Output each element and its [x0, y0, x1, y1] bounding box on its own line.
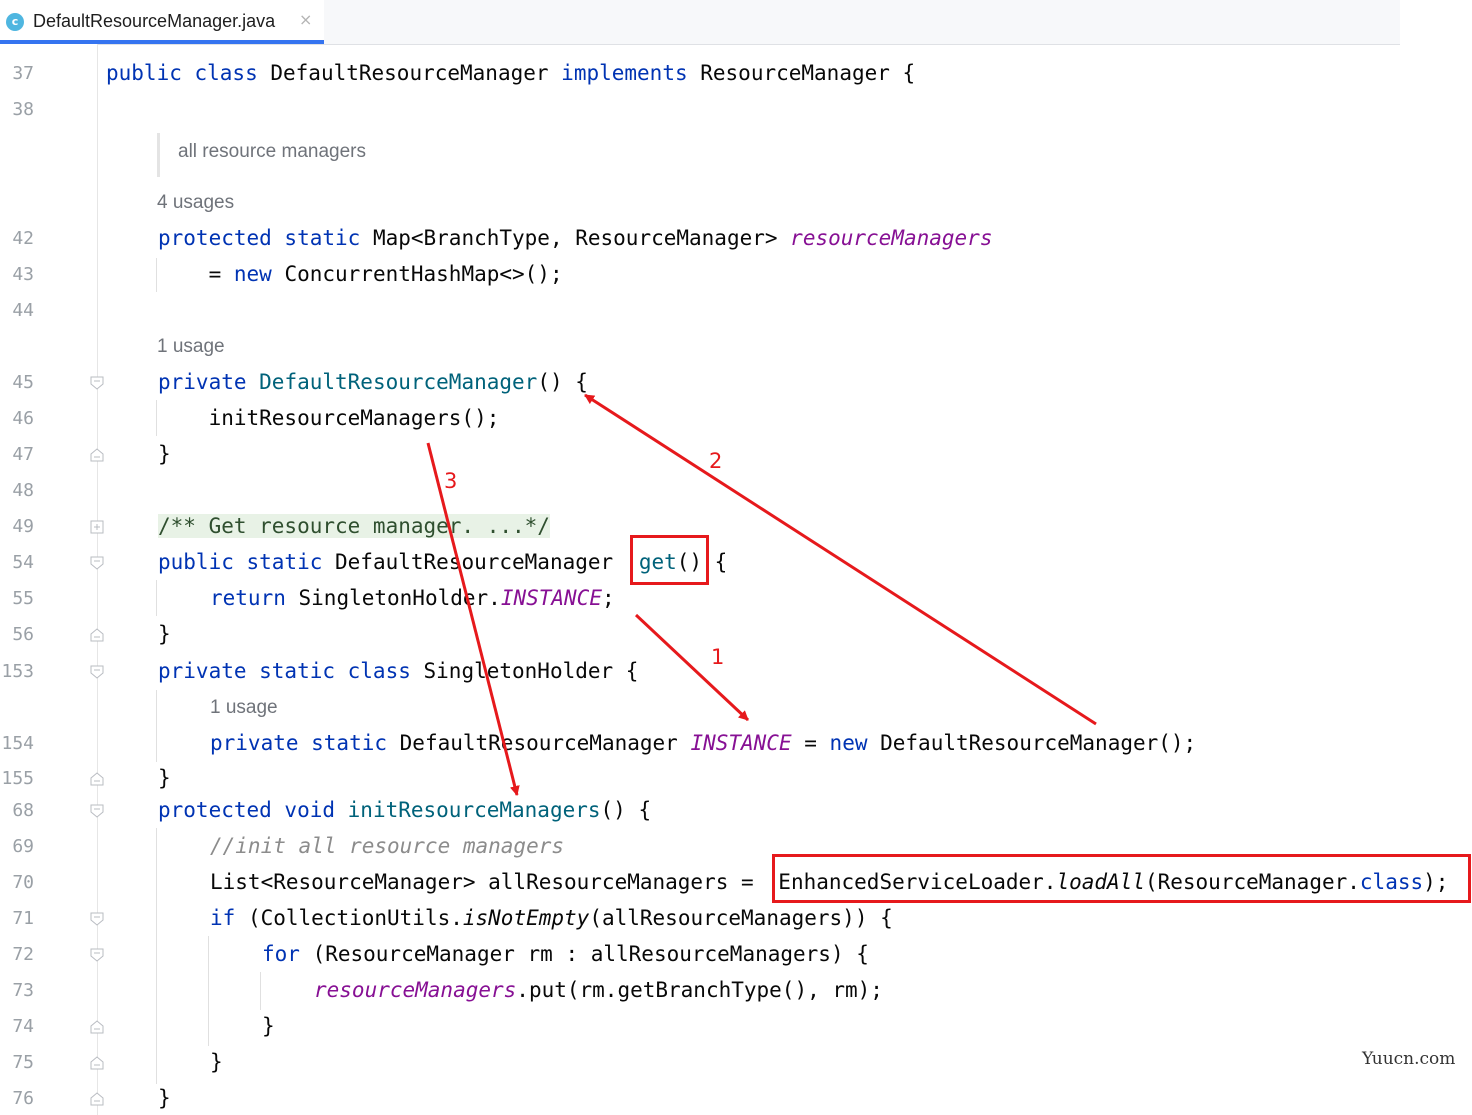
- arrow-1: [634, 613, 750, 722]
- arrow-2: [584, 393, 1097, 726]
- arrow-3: [426, 442, 520, 796]
- annotation-label-3: 3: [444, 469, 457, 493]
- watermark: Yuucn.com: [1362, 1049, 1456, 1069]
- annotation-label-1: 1: [711, 645, 724, 669]
- annotation-label-2: 2: [709, 449, 722, 473]
- annotation-arrows: 1 2 3: [426, 393, 1097, 796]
